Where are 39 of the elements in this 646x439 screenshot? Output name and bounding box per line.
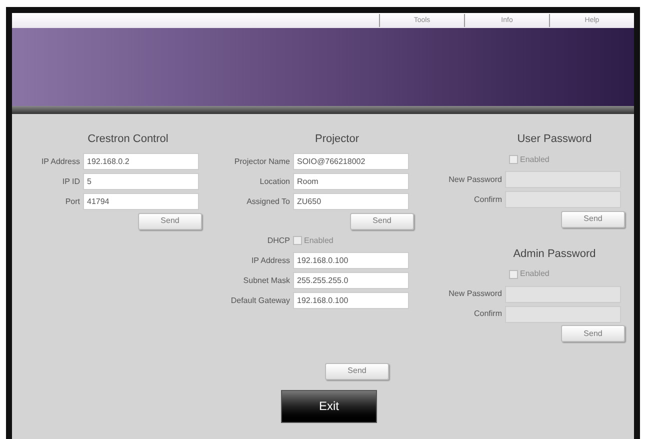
- send-button[interactable]: Send: [350, 212, 414, 230]
- field-label: IP Address: [40, 156, 80, 168]
- text-field[interactable]: 5: [83, 173, 199, 190]
- checkbox-label: Enabled: [520, 268, 550, 280]
- text-field[interactable]: 192.168.0.2: [83, 153, 199, 170]
- send-button[interactable]: Send: [561, 210, 625, 228]
- field-label: Default Gateway: [230, 294, 290, 306]
- field-label: Confirm: [472, 308, 502, 320]
- section-title: Projector: [314, 132, 360, 147]
- checkbox[interactable]: [509, 155, 518, 164]
- text-field[interactable]: 41794: [83, 193, 199, 210]
- field-label: DHCP: [266, 234, 290, 246]
- text-field[interactable]: 255.255.255.0: [293, 272, 409, 289]
- section-title: User Password: [517, 132, 592, 147]
- checkbox-label: Enabled: [304, 234, 334, 246]
- field-label: IP Address: [250, 254, 290, 266]
- field-label: Subnet Mask: [242, 274, 290, 286]
- send-button[interactable]: Send: [138, 212, 202, 230]
- field-label: IP ID: [61, 176, 80, 188]
- checkbox-label: Enabled: [520, 154, 550, 166]
- checkbox[interactable]: [509, 270, 518, 278]
- send-button[interactable]: Send: [325, 362, 389, 380]
- field-label: Assigned To: [246, 196, 290, 208]
- field-label: Location: [258, 176, 290, 188]
- send-button[interactable]: Send: [561, 325, 625, 342]
- text-field[interactable]: 192.168.0.100: [293, 292, 409, 309]
- text-field[interactable]: SOIO@766218002: [293, 153, 409, 170]
- section-title: Admin Password: [513, 246, 596, 262]
- field-label: Projector Name: [233, 156, 290, 168]
- exit-button[interactable]: Exit: [281, 390, 377, 422]
- text-field[interactable]: ZU650: [293, 193, 409, 210]
- field-label: Confirm: [472, 194, 502, 206]
- text-field[interactable]: Room: [293, 173, 409, 190]
- field-label: Port: [64, 196, 80, 208]
- field-label: New Password: [448, 174, 502, 186]
- checkbox[interactable]: [293, 236, 302, 245]
- text-field[interactable]: 192.168.0.100: [293, 252, 409, 269]
- section-title: Crestron Control: [88, 132, 168, 147]
- field-label: New Password: [448, 288, 502, 300]
